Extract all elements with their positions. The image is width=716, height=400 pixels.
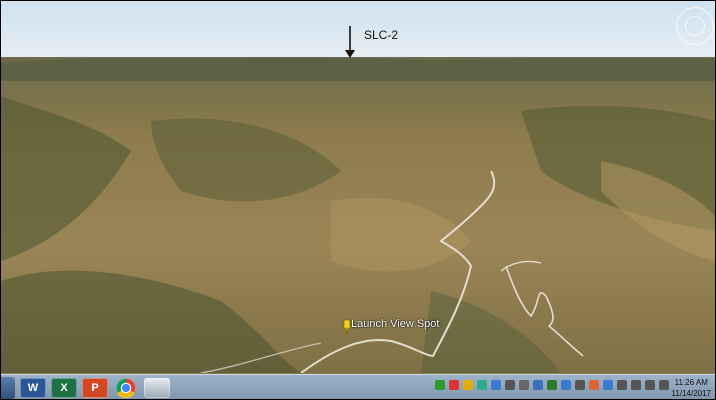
- chrome-icon[interactable]: [116, 377, 136, 398]
- tray-icon[interactable]: [519, 380, 529, 390]
- tray-icon[interactable]: [533, 380, 543, 390]
- placemark-label[interactable]: Launch View Spot: [351, 318, 439, 330]
- google-earth-icon[interactable]: [144, 377, 170, 398]
- tray-icon[interactable]: [561, 380, 571, 390]
- tray-icon[interactable]: [435, 380, 445, 390]
- compass-ring[interactable]: [676, 7, 714, 45]
- tray-icon[interactable]: [589, 380, 599, 390]
- clock-time: 11:26 AM: [674, 378, 708, 387]
- sky: [1, 1, 715, 59]
- slc-2-label: SLC-2: [364, 28, 399, 42]
- tray-icon[interactable]: [505, 380, 515, 390]
- start-button[interactable]: [1, 376, 15, 399]
- tray-icon[interactable]: [449, 380, 459, 390]
- word-icon[interactable]: W: [20, 377, 46, 398]
- tray-icon[interactable]: [617, 380, 627, 390]
- map-window[interactable]: SLC-2 Launch View Spot W X P 11:26 AM 11…: [0, 0, 716, 400]
- taskbar: W X P 11:26 AM 11/14/2017: [1, 374, 715, 399]
- tray-icon[interactable]: [645, 380, 655, 390]
- distant-ridge: [1, 57, 715, 81]
- clock-date: 11/14/2017: [671, 389, 711, 398]
- tray-icon[interactable]: [491, 380, 501, 390]
- system-tray: [431, 380, 669, 390]
- tray-icon[interactable]: [659, 380, 669, 390]
- tray-icon[interactable]: [631, 380, 641, 390]
- tray-icon[interactable]: [575, 380, 585, 390]
- tray-icon[interactable]: [463, 380, 473, 390]
- powerpoint-icon[interactable]: P: [82, 377, 108, 398]
- tray-icon[interactable]: [603, 380, 613, 390]
- tray-icon[interactable]: [547, 380, 557, 390]
- clock[interactable]: 11:26 AM 11/14/2017: [672, 377, 711, 399]
- excel-icon[interactable]: X: [51, 377, 77, 398]
- tray-icon[interactable]: [477, 380, 487, 390]
- slc-2-arrow: [345, 26, 355, 58]
